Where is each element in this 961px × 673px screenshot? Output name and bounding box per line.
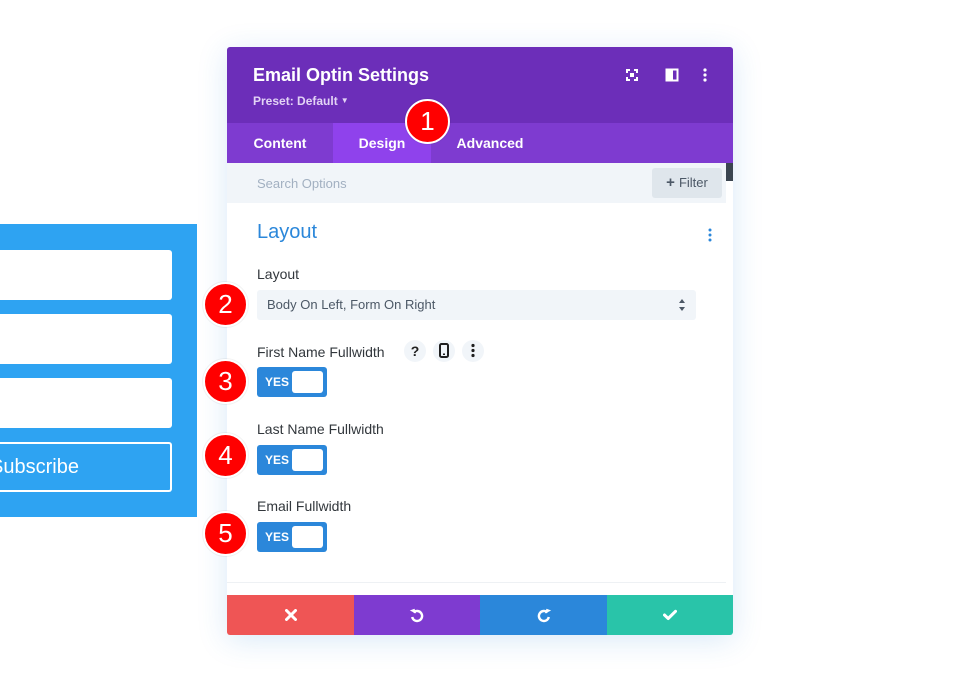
toggle-knob bbox=[292, 526, 323, 548]
subscribe-preview-button[interactable]: Subscribe bbox=[0, 442, 172, 492]
tab-content[interactable]: Content bbox=[227, 123, 333, 163]
toggle-yes-label: YES bbox=[265, 445, 289, 475]
first-name-preview-field[interactable] bbox=[0, 250, 172, 300]
page: Subscribe Email Optin Settings Preset: D… bbox=[0, 0, 961, 673]
modal-title: Email Optin Settings bbox=[253, 65, 429, 86]
select-arrows-icon bbox=[678, 298, 686, 312]
subscribe-label: Subscribe bbox=[0, 444, 79, 490]
checkmark-icon bbox=[663, 610, 677, 621]
toggle-knob bbox=[292, 371, 323, 393]
undo-button[interactable] bbox=[354, 595, 480, 635]
step-badge-2: 2 bbox=[203, 282, 248, 327]
mobile-device-icon[interactable] bbox=[433, 340, 455, 362]
section-title-layout[interactable]: Layout bbox=[257, 221, 317, 244]
email-fullwidth-label: Email Fullwidth bbox=[257, 498, 351, 514]
email-preview-field[interactable] bbox=[0, 378, 172, 428]
filter-label: Filter bbox=[679, 175, 708, 190]
preset-dropdown[interactable]: Preset: Default▼ bbox=[253, 94, 349, 108]
modal-footer bbox=[227, 595, 733, 635]
save-button[interactable] bbox=[607, 595, 733, 635]
scrollbar-thumb[interactable] bbox=[726, 163, 733, 181]
toggle-yes-label: YES bbox=[265, 367, 289, 397]
divider bbox=[227, 582, 726, 583]
filter-button[interactable]: + Filter bbox=[652, 168, 722, 198]
toggle-yes-label: YES bbox=[265, 522, 289, 552]
toggle-knob bbox=[292, 449, 323, 471]
section-menu-icon[interactable] bbox=[705, 227, 715, 243]
undo-icon bbox=[409, 607, 425, 623]
first-name-fullwidth-toggle[interactable]: YES bbox=[257, 367, 327, 397]
help-glyph: ? bbox=[411, 343, 420, 359]
last-name-fullwidth-toggle[interactable]: YES bbox=[257, 445, 327, 475]
settings-modal: Email Optin Settings Preset: Default▼ Co… bbox=[227, 47, 733, 635]
step-badge-3: 3 bbox=[203, 359, 248, 404]
first-name-fullwidth-label: First Name Fullwidth bbox=[257, 344, 385, 360]
email-fullwidth-toggle[interactable]: YES bbox=[257, 522, 327, 552]
split-view-icon[interactable] bbox=[664, 67, 680, 83]
last-name-preview-field[interactable] bbox=[0, 314, 172, 364]
preset-label: Preset: Default bbox=[253, 94, 338, 108]
search-bar: Search Options + Filter bbox=[227, 163, 726, 203]
modal-header: Email Optin Settings Preset: Default▼ bbox=[227, 47, 733, 123]
caret-down-icon: ▼ bbox=[341, 96, 349, 105]
search-options-input[interactable]: Search Options bbox=[257, 176, 347, 191]
redo-icon bbox=[536, 607, 552, 623]
fullscreen-icon[interactable] bbox=[624, 67, 640, 83]
step-badge-1: 1 bbox=[405, 99, 450, 144]
help-icon[interactable]: ? bbox=[404, 340, 426, 362]
tab-bar: Content Design Advanced bbox=[227, 123, 733, 163]
layout-label: Layout bbox=[257, 266, 299, 282]
step-badge-5: 5 bbox=[203, 511, 248, 556]
layout-select-value: Body On Left, Form On Right bbox=[267, 297, 435, 312]
optin-preview: Subscribe bbox=[0, 224, 197, 517]
cancel-button[interactable] bbox=[227, 595, 354, 635]
last-name-fullwidth-label: Last Name Fullwidth bbox=[257, 421, 384, 437]
step-badge-4: 4 bbox=[203, 433, 248, 478]
layout-select[interactable]: Body On Left, Form On Right bbox=[257, 290, 696, 320]
plus-icon: + bbox=[666, 174, 675, 191]
more-options-icon[interactable] bbox=[697, 67, 713, 83]
close-icon bbox=[285, 609, 297, 621]
redo-button[interactable] bbox=[480, 595, 607, 635]
field-options-icon[interactable] bbox=[462, 340, 484, 362]
